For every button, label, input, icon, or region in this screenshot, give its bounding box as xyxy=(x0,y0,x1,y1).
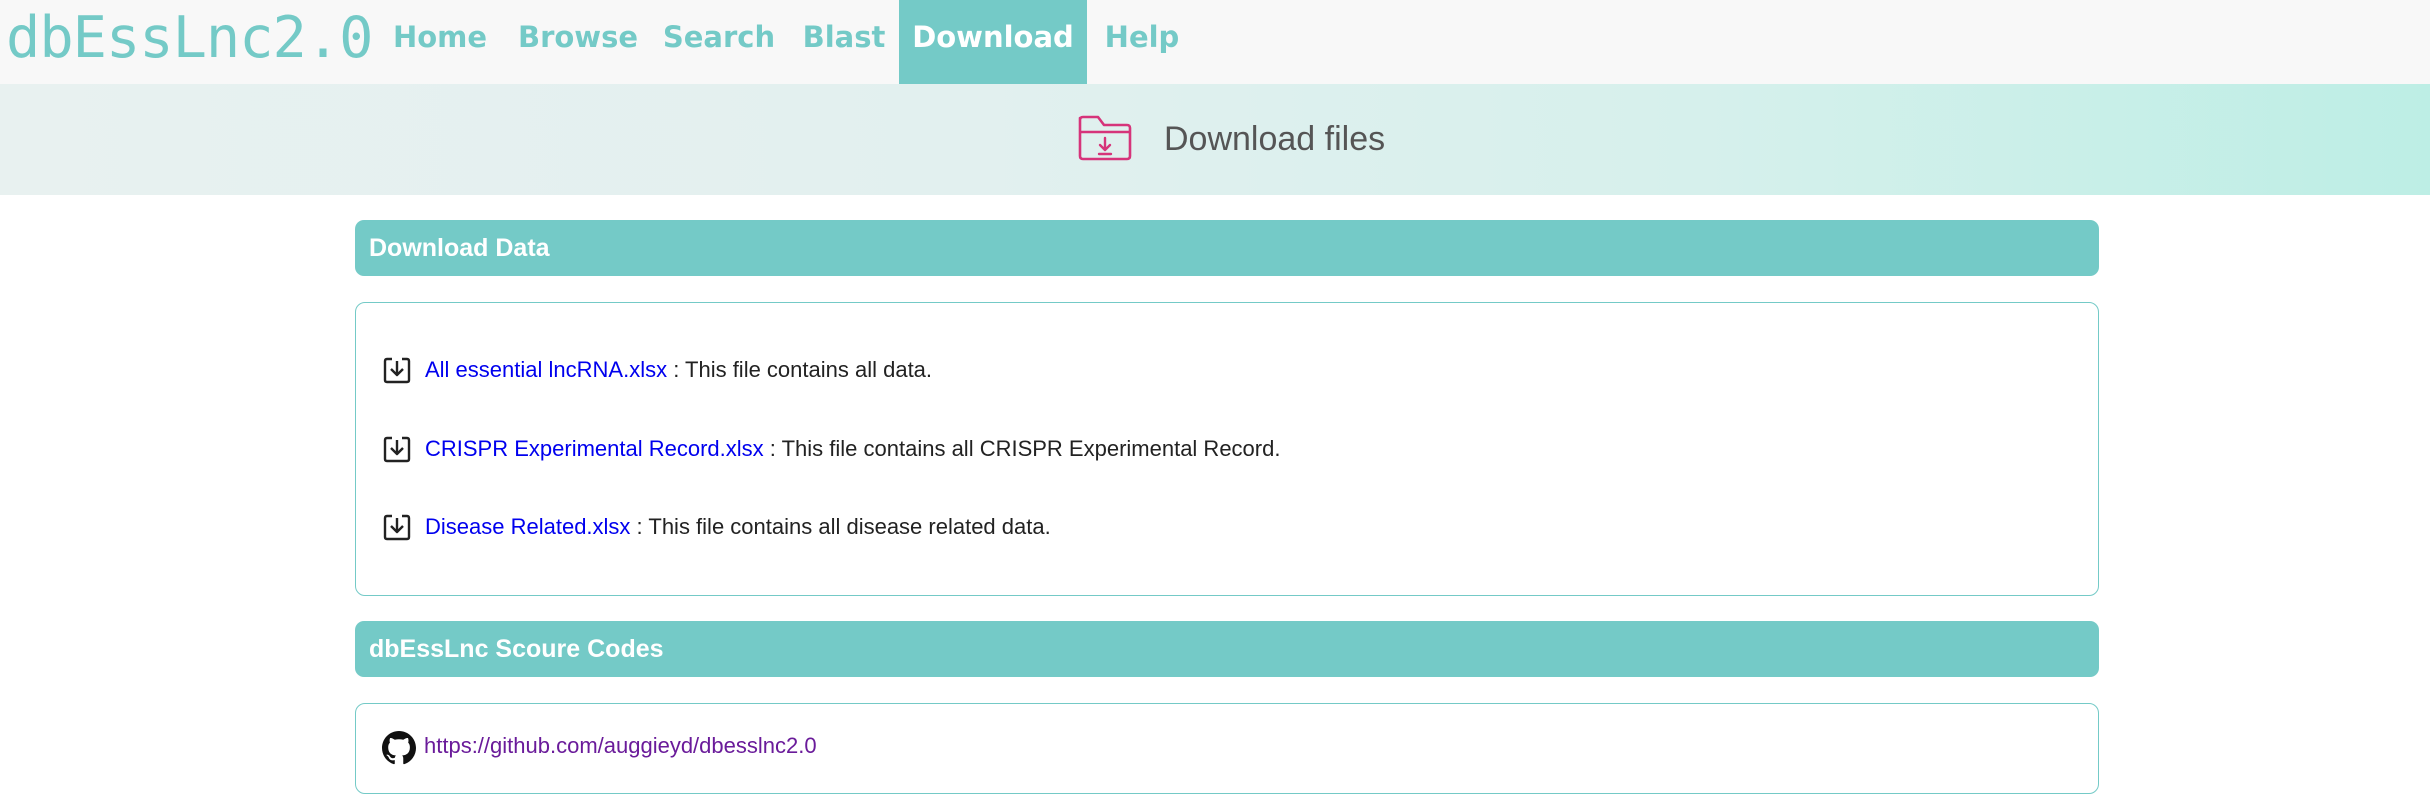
source-code-panel: https://github.com/auggieyd/dbesslnc2.0 xyxy=(355,703,2099,794)
download-data-panel: All essential lncRNA.xlsx : This file co… xyxy=(355,302,2099,596)
download-icon[interactable] xyxy=(383,435,411,463)
github-repo-link[interactable]: https://github.com/auggieyd/dbesslnc2.0 xyxy=(424,728,817,764)
source-code-header: dbEssLnc Scoure Codes xyxy=(355,621,2099,677)
nav-download[interactable]: Download xyxy=(899,0,1087,84)
file-description: : This file contains all disease related… xyxy=(630,514,1051,539)
download-link-crispr-record[interactable]: CRISPR Experimental Record.xlsx xyxy=(425,436,764,461)
folder-download-icon xyxy=(1078,115,1132,161)
file-description: : This file contains all data. xyxy=(667,357,933,382)
github-icon xyxy=(382,731,416,765)
nav-help[interactable]: Help xyxy=(1094,0,1190,84)
nav-home[interactable]: Home xyxy=(378,0,502,84)
brand-logo[interactable]: dbEssLnc2.0 xyxy=(6,0,373,76)
file-description: : This file contains all CRISPR Experime… xyxy=(763,436,1281,461)
page-banner: Download files xyxy=(0,84,2430,195)
nav-search[interactable]: Search xyxy=(654,0,784,84)
nav-browse[interactable]: Browse xyxy=(512,0,644,84)
download-icon[interactable] xyxy=(383,513,411,541)
download-icon[interactable] xyxy=(383,356,411,384)
download-data-header: Download Data xyxy=(355,220,2099,276)
download-link-all-essential[interactable]: All essential lncRNA.xlsx xyxy=(425,357,667,382)
top-navbar: dbEssLnc2.0 Home Browse Search Blast Dow… xyxy=(0,0,2430,84)
nav-blast[interactable]: Blast xyxy=(796,0,892,84)
page-title: Download files xyxy=(1164,120,1386,158)
download-link-disease-related[interactable]: Disease Related.xlsx xyxy=(425,514,630,539)
